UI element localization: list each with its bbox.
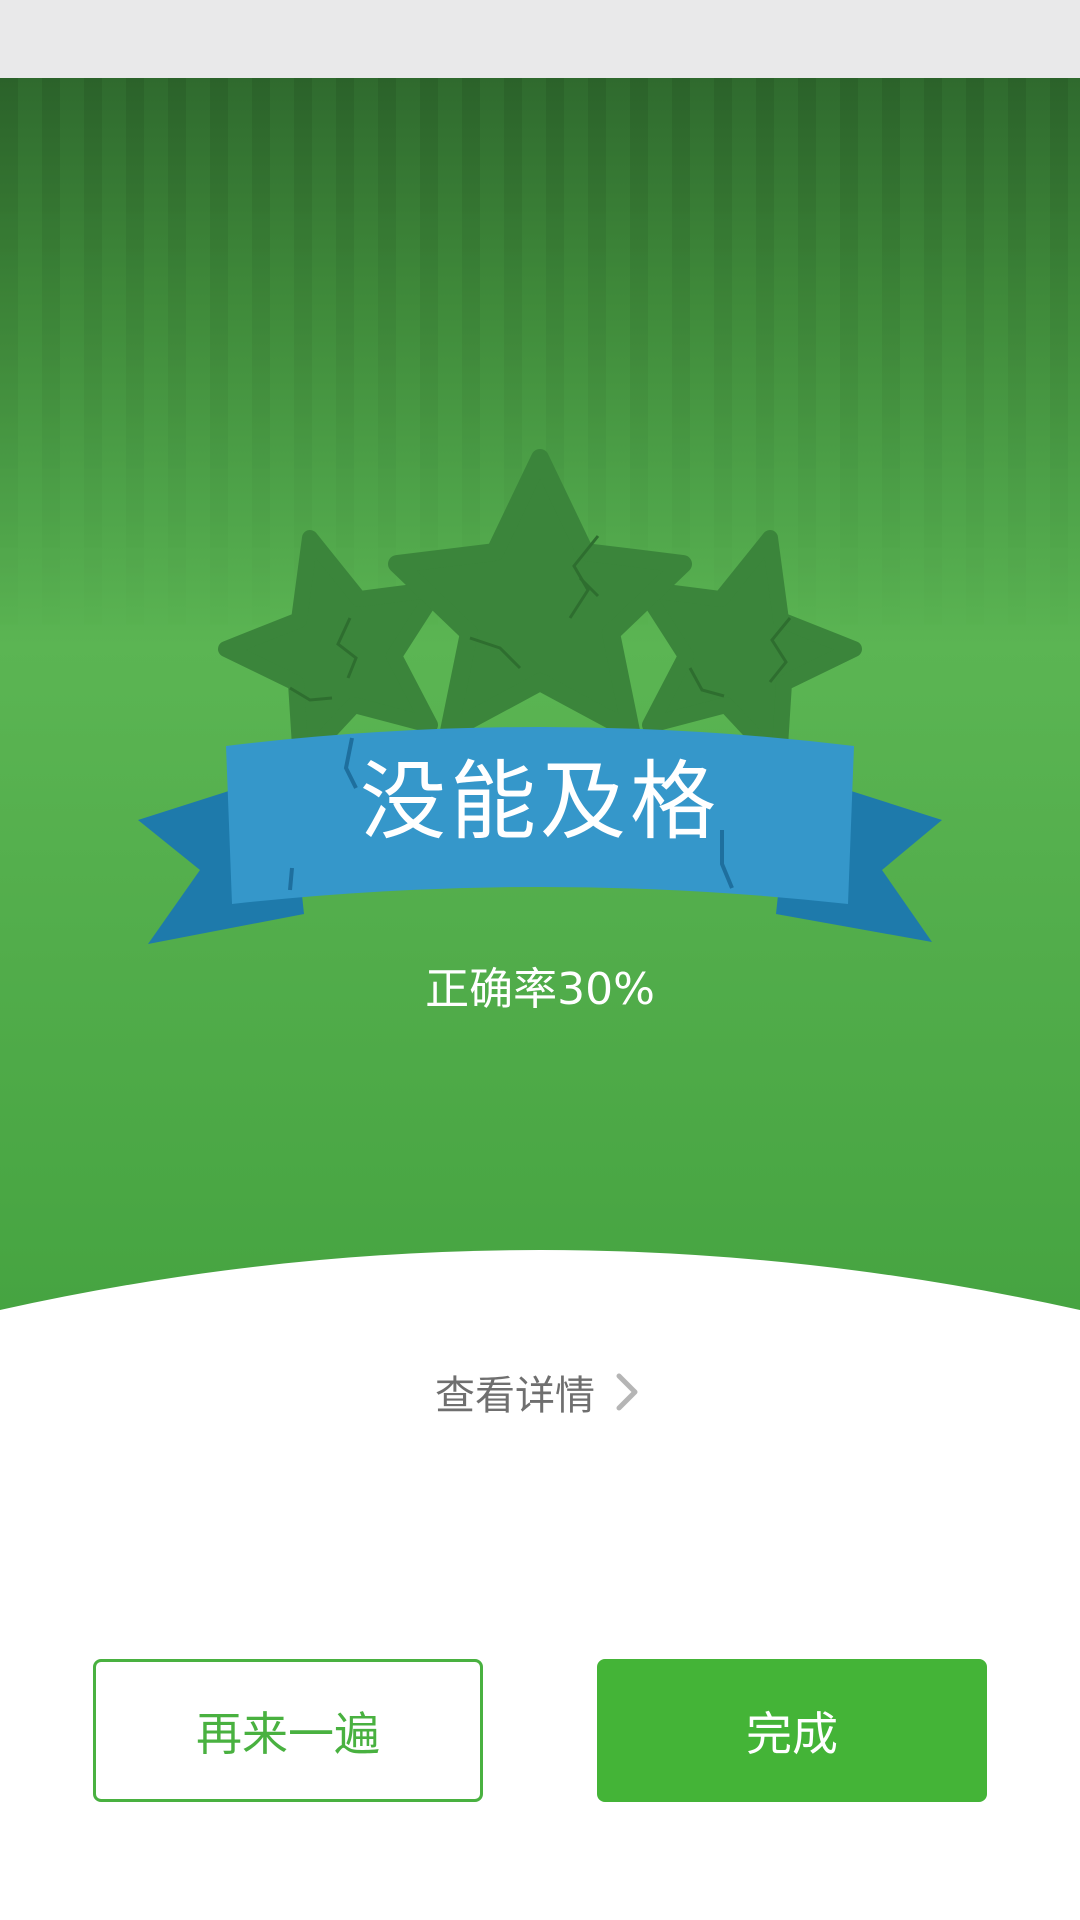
- view-details-link[interactable]: 查看详情: [0, 1360, 1080, 1424]
- retry-button[interactable]: 再来一遍: [93, 1659, 483, 1802]
- done-button[interactable]: 完成: [597, 1659, 987, 1802]
- star-center-icon: [388, 449, 692, 740]
- done-button-label: 完成: [746, 1706, 838, 1761]
- hero-bottom-curve: [0, 1250, 1080, 1320]
- chevron-right-icon: [616, 1373, 638, 1411]
- view-details-label: 查看详情: [435, 1373, 595, 1419]
- retry-button-label: 再来一遍: [196, 1706, 380, 1761]
- result-hero: 没能及格 正确率30%: [0, 78, 1080, 1310]
- result-page: 没能及格 正确率30% 查看详情 再来一遍 完成: [0, 0, 1080, 1920]
- result-title: 没能及格: [360, 752, 720, 852]
- result-illustration: [138, 449, 942, 944]
- status-bar: [0, 0, 1080, 78]
- accuracy-text: 正确率30%: [425, 964, 655, 1015]
